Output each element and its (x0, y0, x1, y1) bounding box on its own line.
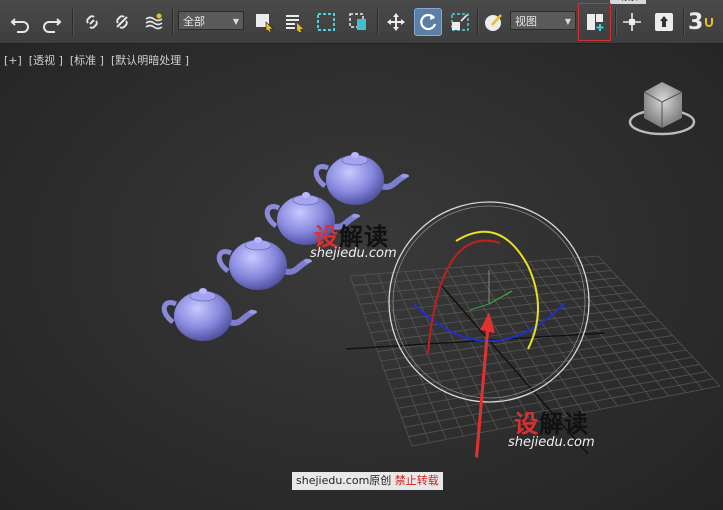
toolbar-separator (683, 9, 684, 35)
reference-coord-value: 视图 (515, 15, 537, 28)
unlink-icon (116, 15, 128, 29)
scene-tab-label: 场景 (618, 0, 638, 3)
brand-watermark-bottom: 设解读 (514, 404, 589, 439)
rect-selection-icon (317, 13, 335, 31)
rotate-icon (420, 13, 437, 31)
window-crossing-icon (349, 13, 366, 30)
toolbar-separator (172, 9, 173, 35)
redo-icon (43, 18, 62, 33)
chevron-down-icon: ▼ (564, 17, 571, 26)
toolbar-separator (377, 9, 378, 35)
scale-button[interactable] (446, 8, 474, 36)
undo-button[interactable] (6, 8, 34, 36)
viewport-label-menu[interactable]: [+] [透视 ] [标准 ] [默认明暗处理 ] (4, 52, 189, 68)
footer-site-text: shejiedu.com原创 (296, 474, 392, 487)
link-button[interactable] (78, 8, 106, 36)
select-manipulate-button[interactable] (618, 8, 646, 36)
viewcube[interactable] (628, 82, 696, 136)
site-watermark-bottom: shejiedu.com (508, 435, 595, 450)
teapot-object[interactable] (316, 152, 409, 205)
keyboard-shortcut-override-button[interactable] (650, 8, 678, 36)
reference-coordinate-dropdown[interactable]: 视图 ▼ (510, 11, 576, 30)
scene-tab-fragment[interactable]: 场景 (610, 0, 646, 4)
footer-watermark: shejiedu.com原创 禁止转载 (292, 472, 443, 490)
select-object-button[interactable] (250, 8, 278, 36)
selection-filter-value: 全部 (183, 15, 205, 28)
main-toolbar: 场景 全部 ▼ 视图 ▼ (0, 0, 723, 44)
placement-button[interactable] (480, 8, 508, 36)
rectangular-selection-button[interactable] (312, 8, 340, 36)
move-icon (387, 13, 405, 31)
move-button[interactable] (382, 8, 410, 36)
link-icon (86, 15, 98, 29)
selection-filter-dropdown[interactable]: 全部 ▼ (178, 11, 244, 30)
chevron-down-icon: ▼ (232, 17, 239, 26)
toolbar-separator (477, 9, 478, 35)
select-by-name-button[interactable] (280, 8, 308, 36)
perspective-viewport[interactable]: [+] [透视 ] [标准 ] [默认明暗处理 ] 设解读 shejiedu.c… (0, 44, 723, 510)
select-by-name-icon (286, 15, 303, 32)
select-object-icon (256, 14, 274, 33)
toolbar-separator (615, 9, 616, 35)
bind-spacewarp-button[interactable] (140, 8, 168, 36)
shortcut-override-icon (655, 13, 673, 31)
watermark-red-char: 设 (514, 410, 539, 438)
viewport-scene (0, 82, 721, 458)
snaps-icon: 3 (688, 9, 704, 35)
scale-icon (451, 13, 469, 31)
snaps-toggle-button[interactable]: 3 (688, 8, 722, 36)
rotate-button[interactable] (414, 8, 442, 36)
watermark-dark-chars: 解读 (539, 410, 589, 438)
toolbar-separator (72, 9, 73, 35)
unlink-button[interactable] (108, 8, 136, 36)
manipulate-icon (623, 13, 641, 31)
pivot-center-icon (587, 14, 604, 31)
site-watermark-top: shejiedu.com (310, 246, 397, 261)
spacewarp-icon (145, 13, 163, 30)
teapot-object[interactable] (164, 288, 257, 341)
magnet-icon (705, 18, 714, 27)
redo-button[interactable] (38, 8, 66, 36)
pivot-center-button[interactable] (581, 8, 609, 36)
window-crossing-button[interactable] (344, 8, 372, 36)
footer-warning-text: 禁止转载 (394, 474, 439, 487)
teapot-object[interactable] (219, 237, 312, 290)
placement-icon (485, 14, 502, 31)
undo-icon (10, 18, 29, 33)
